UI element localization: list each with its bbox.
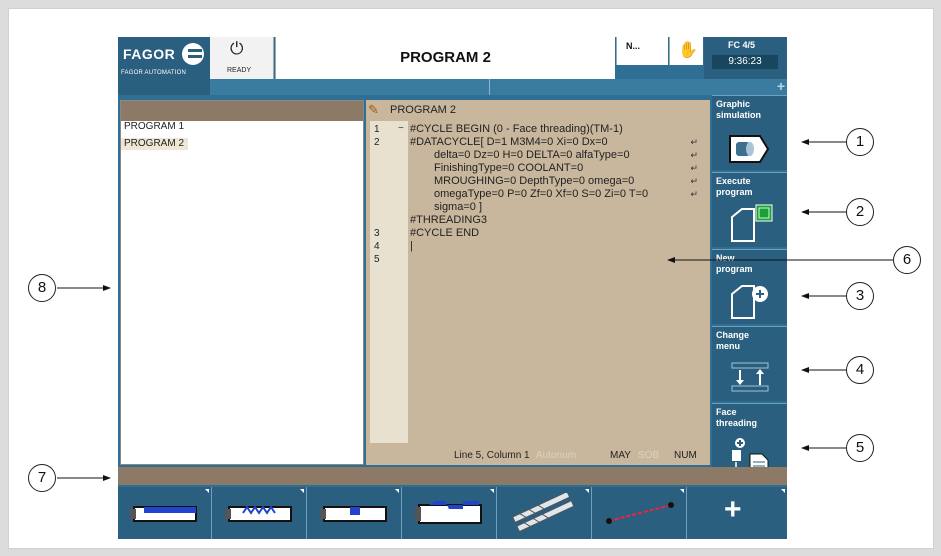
callout-1: 1: [846, 128, 874, 156]
page: FAGOR FAGOR AUTOMATION ⏻ READY PROGRAM 2…: [0, 0, 941, 556]
callout-5: 5: [846, 434, 874, 462]
callout-8: 8: [28, 274, 56, 302]
callout-7: 7: [28, 464, 56, 492]
callout-2: 2: [846, 198, 874, 226]
callout-3: 3: [846, 282, 874, 310]
callout-6: 6: [893, 246, 921, 274]
callout-arrows: [57, 139, 893, 481]
callout-4: 4: [846, 356, 874, 384]
